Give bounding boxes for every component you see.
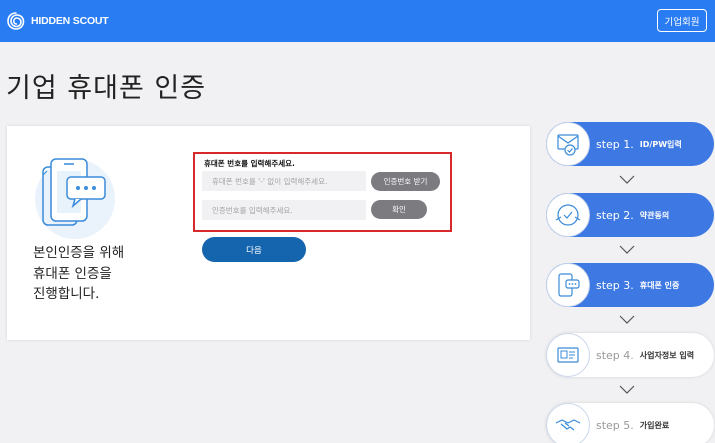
phone-chat-icon [546, 263, 590, 307]
step-name: 약관동의 [639, 210, 670, 220]
step-1: step 1. ID/PW입력 [546, 122, 714, 166]
step-name: 휴대폰 인증 [639, 280, 680, 290]
verification-card: 본인인증을 위해 휴대폰 인증을 진행합니다. 휴대폰 번호를 입력해주세요. … [7, 126, 530, 340]
step-name: 사업자정보 입력 [639, 350, 695, 360]
step-name: ID/PW입력 [639, 139, 682, 149]
chevron-down-icon [619, 315, 635, 324]
agreement-icon [546, 193, 590, 237]
step-4: step 4. 사업자정보 입력 [546, 333, 714, 377]
step-number: step 1. [596, 137, 634, 151]
step-2: step 2. 약관동의 [546, 193, 714, 237]
logo-swirl-icon [7, 12, 25, 30]
intro-line: 휴대폰 인증을 [33, 265, 112, 282]
logo-text: HIDDEN SCOUT [31, 15, 109, 27]
confirm-button[interactable]: 확인 [371, 200, 427, 219]
corporate-member-button[interactable]: 기업회원 [657, 9, 707, 32]
chevron-down-icon [619, 175, 635, 184]
step-3: step 3. 휴대폰 인증 [546, 263, 714, 307]
next-button[interactable]: 다음 [202, 237, 306, 262]
step-5: step 5. 가입완료 [546, 403, 714, 443]
step-name: 가입완료 [639, 420, 670, 430]
form-label: 휴대폰 번호를 입력해주세요. [204, 159, 295, 168]
logo[interactable]: HIDDEN SCOUT [6, 11, 109, 31]
intro-line: 진행합니다. [33, 286, 100, 302]
intro-line: 본인인증을 위해 [33, 245, 125, 261]
chevron-down-icon [619, 385, 635, 394]
page-title: 기업 휴대폰 인증 [6, 73, 207, 104]
phone-verification-form: 휴대폰 번호를 입력해주세요. 인증번호 받기 확인 [193, 152, 452, 232]
step-number: step 2. [596, 208, 634, 222]
phone-number-input[interactable] [202, 171, 366, 191]
step-number: step 4. [596, 348, 634, 362]
mail-check-icon [546, 122, 590, 166]
send-code-button[interactable]: 인증번호 받기 [371, 172, 440, 191]
step-number: step 3. [596, 278, 634, 292]
intro-text: 본인인증을 위해 휴대폰 인증을 진행합니다. [33, 243, 124, 305]
phone-chat-illustration-icon [35, 158, 115, 239]
step-number: step 5. [596, 418, 634, 432]
handshake-icon [546, 403, 590, 443]
verification-code-input[interactable] [202, 200, 366, 220]
top-bar: HIDDEN SCOUT 기업회원 [0, 0, 715, 42]
business-id-icon [546, 333, 590, 377]
chevron-down-icon [619, 245, 635, 254]
